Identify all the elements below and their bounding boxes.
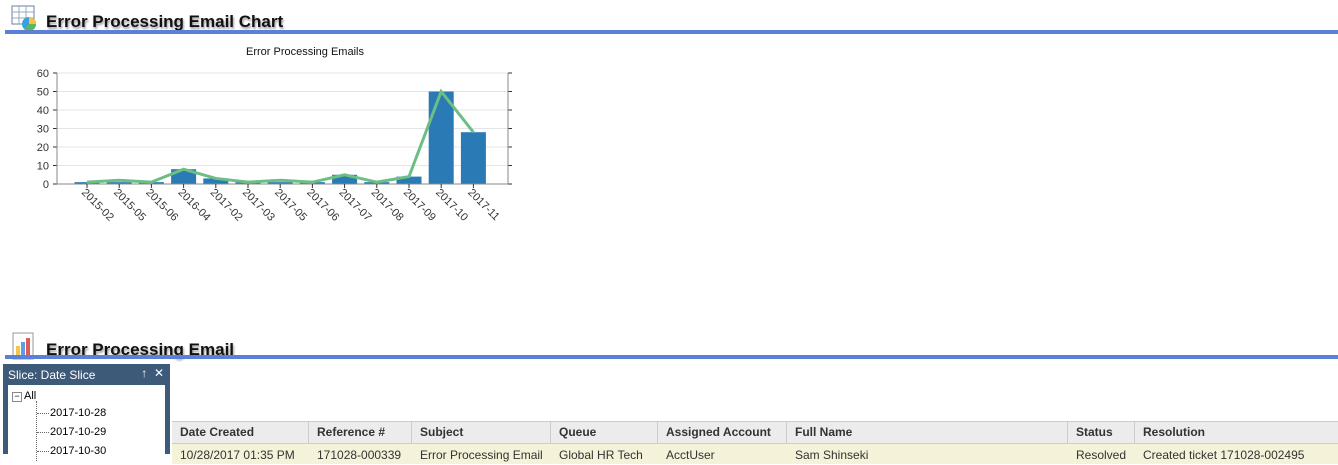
bar [460, 132, 486, 184]
chart-grid-icon [11, 5, 37, 32]
col-assigned-account[interactable]: Assigned Account [658, 422, 787, 443]
chart-section-title: Error Processing Email Chart [46, 12, 284, 31]
y-tick-label: 10 [37, 161, 49, 173]
cell-full-name: Sam Shinseki [795, 448, 869, 462]
col-full-name[interactable]: Full Name [787, 422, 1068, 443]
cell-queue: Global HR Tech [559, 448, 643, 462]
x-tick-label: 2017-11 [465, 187, 501, 223]
slice-panel: Slice: Date Slice ↑ ✕ − All 2017-10-28 2… [3, 364, 170, 465]
collapse-icon[interactable]: − [12, 392, 22, 402]
cell-reference: 171028-000339 [317, 448, 402, 462]
cell-subject: Error Processing Email [420, 448, 543, 462]
pin-icon[interactable]: ↑ [141, 366, 147, 380]
divider [5, 355, 1338, 359]
y-tick-label: 60 [37, 68, 49, 80]
bar [428, 91, 454, 184]
tree-line [36, 401, 38, 461]
table-row[interactable]: 10/28/2017 01:35 PM 171028-000339 Error … [172, 444, 1338, 464]
tree-item-all[interactable]: All [24, 390, 36, 402]
chart-section-header: Error Processing Email Chart [0, 0, 1338, 36]
y-tick-label: 50 [37, 87, 49, 99]
col-queue[interactable]: Queue [551, 422, 658, 443]
x-tick-label: 2017-03 [240, 187, 277, 224]
col-status[interactable]: Status [1068, 422, 1135, 443]
grid-section-header: Error Processing Email [0, 332, 1338, 368]
close-icon[interactable]: ✕ [154, 366, 164, 380]
tree-item[interactable]: 2017-10-30 [50, 445, 106, 457]
y-tick-label: 40 [37, 105, 49, 117]
col-date-created[interactable]: Date Created [172, 422, 309, 443]
x-tick-label: 2017-08 [369, 187, 406, 224]
tree-item[interactable]: 2017-10-29 [50, 426, 106, 438]
x-tick-label: 2015-02 [79, 187, 116, 224]
cell-resolution: Created ticket 171028-002495 [1143, 448, 1305, 462]
x-tick-label: 2015-06 [143, 187, 180, 224]
cell-account: AcctUser [666, 448, 715, 462]
col-reference[interactable]: Reference # [309, 422, 412, 443]
x-tick-label: 2016-04 [175, 187, 212, 224]
cell-status: Resolved [1076, 448, 1127, 462]
x-tick-label: 2017-09 [401, 187, 438, 224]
tree-item[interactable]: 2017-10-28 [50, 407, 106, 419]
chart-title: Error Processing Emails [246, 46, 364, 58]
error-chart: Error Processing Emails 0 10 20 30 40 50 60 2015… [37, 46, 512, 224]
y-tick-label: 0 [43, 179, 49, 191]
x-tick-label: 2015-05 [111, 187, 148, 224]
col-subject[interactable]: Subject [412, 422, 551, 443]
slice-tree: − All 2017-10-28 2017-10-29 2017-10-30 [8, 385, 165, 465]
x-tick-label: 2017-07 [336, 187, 373, 224]
cell-date: 10/28/2017 01:35 PM [180, 448, 295, 462]
x-tick-label: 2017-02 [208, 187, 245, 224]
divider [5, 30, 1338, 34]
x-tick-label: 2017-10 [433, 187, 470, 224]
table-header: Date Created Reference # Subject Queue A… [172, 422, 1338, 444]
trend-line [86, 88, 475, 184]
y-tick-label: 30 [37, 124, 49, 136]
col-resolution[interactable]: Resolution [1135, 422, 1338, 443]
email-table: Date Created Reference # Subject Queue A… [172, 421, 1338, 464]
x-tick-label: 2017-05 [272, 187, 309, 224]
y-tick-label: 20 [37, 142, 49, 154]
x-tick-label: 2017-06 [304, 187, 341, 224]
slice-title: Slice: Date Slice [8, 368, 96, 382]
